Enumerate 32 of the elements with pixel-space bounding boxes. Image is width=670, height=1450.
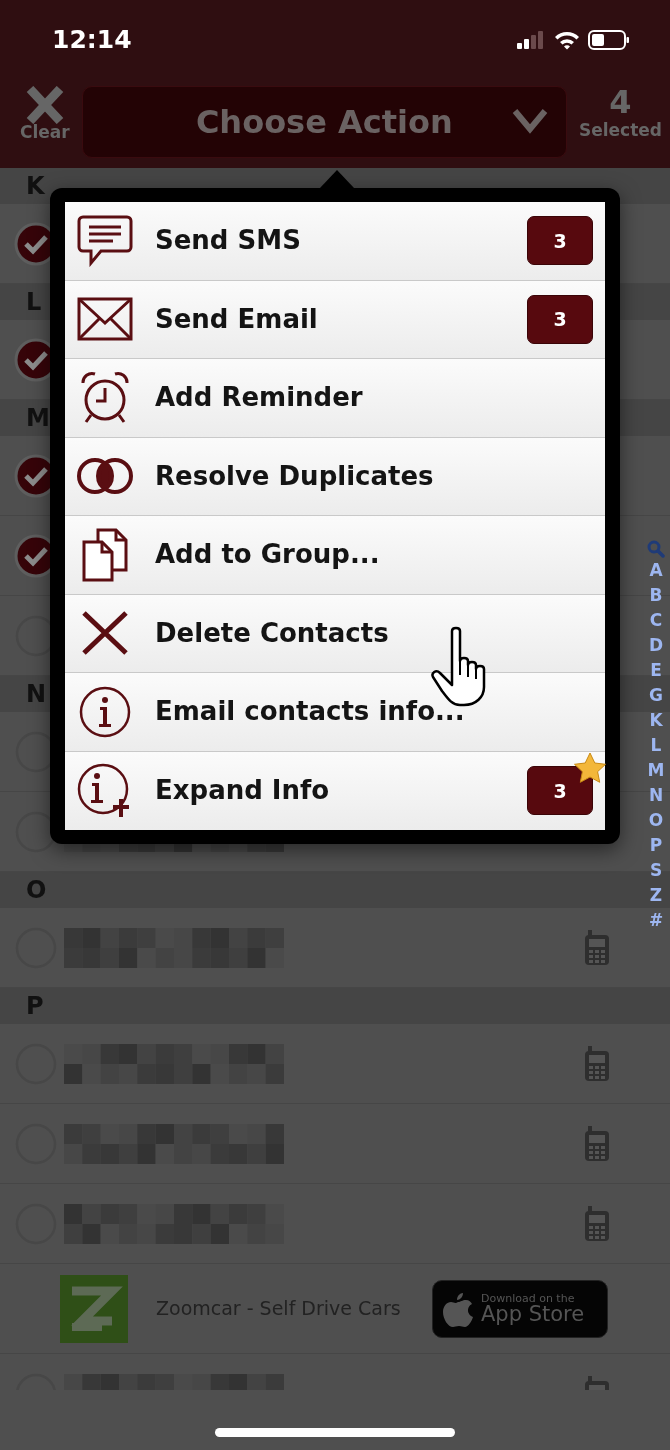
menu-item[interactable]: Send SMS 3 [65, 202, 605, 281]
status-time: 12:14 [52, 24, 132, 57]
index-letter[interactable]: O [648, 808, 664, 833]
index-letter[interactable]: K [649, 708, 663, 733]
count-badge: 3 [527, 766, 593, 816]
index-letter[interactable]: L [650, 733, 662, 758]
clear-button[interactable]: Clear [20, 86, 70, 141]
count-badge: 3 [527, 216, 593, 266]
action-dropdown[interactable]: Choose Action [81, 86, 567, 158]
app-store-badge[interactable]: Download on the App Store [432, 1279, 608, 1338]
menu-item[interactable]: Expand Info 3 [65, 751, 605, 830]
index-letter[interactable]: N [648, 783, 664, 808]
index-letter[interactable]: A [649, 558, 663, 583]
index-letter[interactable]: B [649, 583, 663, 608]
menu-item[interactable]: Email contacts info... [65, 673, 605, 752]
index-letter[interactable]: M [647, 758, 665, 783]
index-letter[interactable]: S [649, 858, 663, 883]
menu-item[interactable]: Add Reminder [65, 359, 605, 438]
menu-item[interactable]: Delete Contacts [65, 594, 605, 673]
menu-item[interactable]: Resolve Duplicates [65, 437, 605, 516]
index-letter[interactable]: E [650, 658, 662, 683]
index-letter[interactable]: G [649, 683, 663, 708]
index-letter[interactable]: Z [649, 883, 663, 908]
index-letter[interactable]: # [648, 908, 664, 933]
index-letter[interactable]: D [648, 633, 664, 658]
menu-item[interactable]: Send Email 3 [65, 280, 605, 359]
index-letter[interactable]: C [649, 608, 663, 633]
selected-count: 4 [608, 86, 633, 118]
count-badge: 3 [527, 294, 593, 344]
index-letter[interactable]: P [649, 833, 663, 858]
selected-label: Selected [578, 122, 662, 139]
menu-item[interactable]: Add to Group... [65, 516, 605, 595]
